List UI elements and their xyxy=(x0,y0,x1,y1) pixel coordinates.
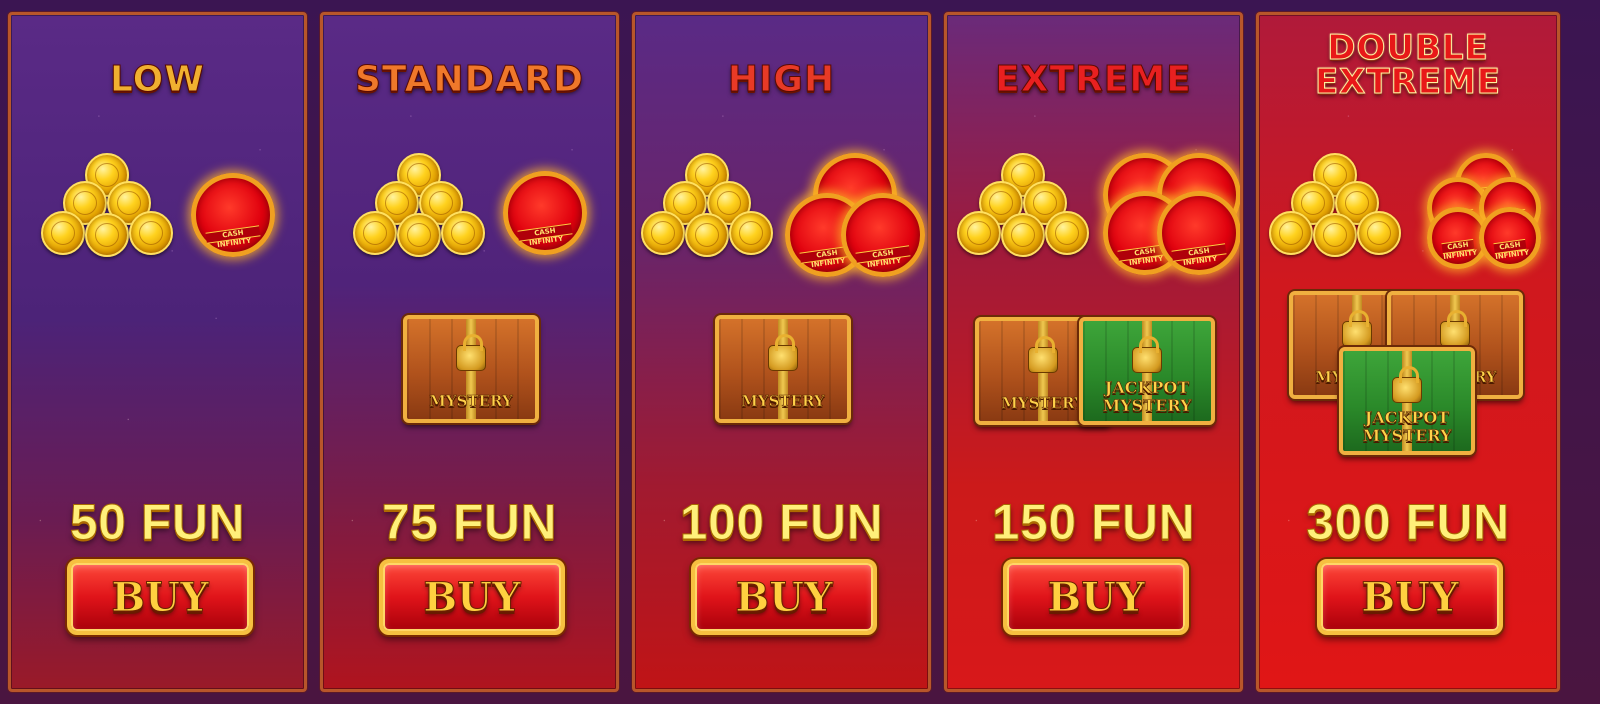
tier-price: 50 FUN xyxy=(69,494,246,551)
gold-coin-stack-icon xyxy=(39,153,179,263)
buy-button-label: BUY xyxy=(111,573,209,621)
buy-button-label: BUY xyxy=(423,573,521,621)
jackpot-mystery-chest-icon: JACKPOT MYSTERY xyxy=(1079,317,1215,425)
tier-title: LOW xyxy=(110,59,205,101)
tier-price: 75 FUN xyxy=(381,494,558,551)
jackpot-mystery-chest-icon: JACKPOT MYSTERY xyxy=(1339,347,1475,455)
gold-coin-stack-icon xyxy=(351,153,491,263)
tier-price: 300 FUN xyxy=(1306,494,1510,551)
tier-price: 150 FUN xyxy=(991,494,1196,551)
tier-title: STANDARD xyxy=(354,59,585,101)
buy-button-standard[interactable]: BUY xyxy=(379,559,565,635)
bonus-buy-screen: LOW CASH INFINITY 50 FUN BUY STANDARD CA… xyxy=(0,0,1600,704)
tier-card-high: HIGH CASH INFINITY CASH INFINITY CASH IN… xyxy=(632,12,931,692)
buy-button-extreme[interactable]: BUY xyxy=(1003,559,1189,635)
tier-title: HIGH xyxy=(727,59,836,101)
mystery-chest-icon: MYSTERY xyxy=(715,315,851,423)
buy-button-double-extreme[interactable]: BUY xyxy=(1317,559,1503,635)
buy-button-low[interactable]: BUY xyxy=(67,559,253,635)
tier-price: 100 FUN xyxy=(679,494,884,551)
gold-coin-stack-icon xyxy=(639,153,779,263)
buy-button-label: BUY xyxy=(735,573,833,621)
cash-infinity-coin-icon: CASH INFINITY xyxy=(841,193,925,277)
buy-button-label: BUY xyxy=(1361,573,1459,621)
tier-card-standard: STANDARD CASH INFINITY MYSTERY 75 FUN BU… xyxy=(320,12,619,692)
tier-title: EXTREME xyxy=(995,59,1192,101)
tier-card-double-extreme: DOUBLE EXTREME CASH INFINITY CASH INFINI… xyxy=(1256,12,1560,692)
gold-coin-stack-icon xyxy=(955,153,1095,263)
cash-infinity-coin-icon: CASH INFINITY xyxy=(503,171,587,255)
cash-infinity-coin-icon: CASH INFINITY xyxy=(191,173,275,257)
tier-card-low: LOW CASH INFINITY 50 FUN BUY xyxy=(8,12,307,692)
buy-button-high[interactable]: BUY xyxy=(691,559,877,635)
tier-card-extreme: EXTREME CASH INFINITY CASH INFINITY CASH… xyxy=(944,12,1243,692)
mystery-chest-icon: MYSTERY xyxy=(403,315,539,423)
cash-infinity-coin-icon: CASH INFINITY xyxy=(1157,191,1240,275)
tier-title: DOUBLE EXTREME xyxy=(1314,28,1502,102)
cash-infinity-coin-icon: CASH INFINITY xyxy=(1479,207,1541,269)
buy-button-label: BUY xyxy=(1047,573,1145,621)
gold-coin-stack-icon xyxy=(1267,153,1407,263)
